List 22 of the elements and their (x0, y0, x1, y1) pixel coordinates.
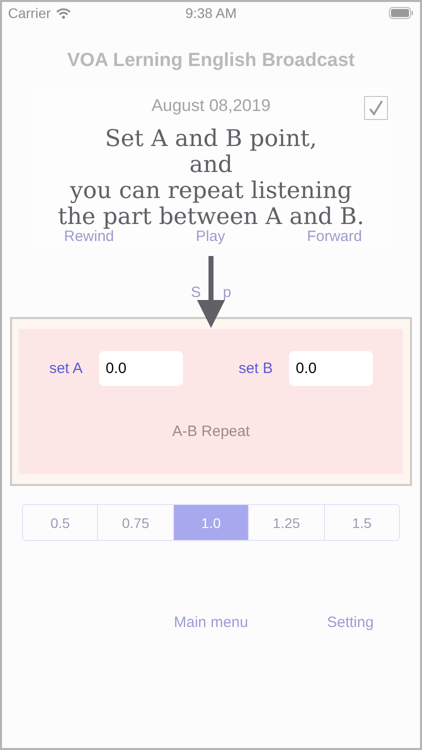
carrier-label: Carrier (8, 5, 51, 21)
set-point-label[interactable]: set B (238, 360, 273, 377)
checkmark-icon (367, 99, 385, 117)
point-input-field[interactable]: 0.0 (288, 351, 373, 386)
stop-label[interactable]: p (222, 284, 232, 301)
nav-link[interactable]: Setting (320, 613, 380, 632)
point-input-field[interactable]: 0.0 (98, 351, 183, 386)
stop-label[interactable]: S (190, 284, 201, 301)
speed-segment[interactable]: 1.0 (172, 505, 248, 540)
checkbox[interactable] (364, 96, 388, 120)
tutorial-text: Set A and B point, and you can repeat listening the part between A and B. (58, 126, 364, 230)
set-point-label[interactable]: set A (49, 360, 83, 377)
nav-link[interactable]: Main menu (168, 613, 254, 632)
date-label: August 08,2019 (151, 96, 271, 116)
player-control-button[interactable]: Play (190, 227, 232, 246)
player-control-button[interactable]: Forward (300, 227, 368, 246)
speed-segment[interactable]: 1.5 (324, 505, 399, 540)
app-title: VOA Lerning English Broadcast (66, 50, 356, 72)
battery-icon (389, 7, 414, 19)
wifi-icon (56, 8, 71, 18)
ab-repeat-button[interactable]: A-B Repeat (166, 422, 256, 441)
status-time: 9:38 AM (185, 5, 237, 21)
